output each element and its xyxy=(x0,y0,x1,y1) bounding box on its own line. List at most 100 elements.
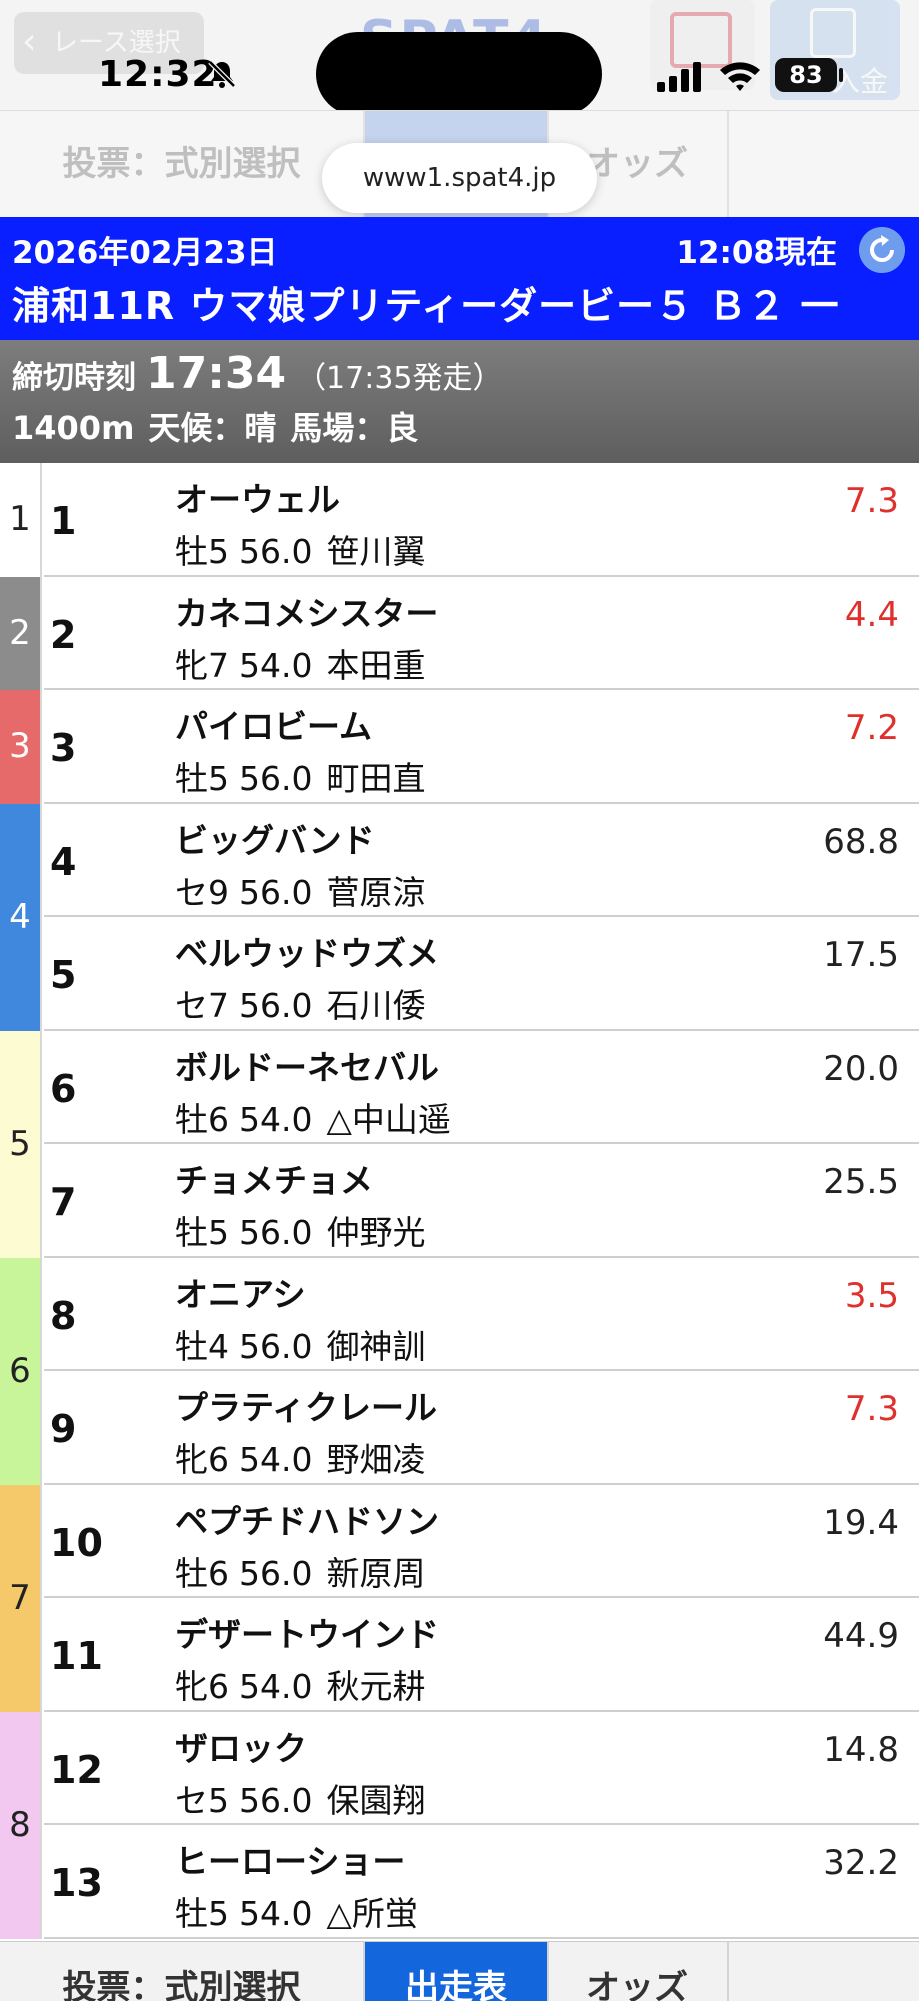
waku-cell: 3 xyxy=(0,690,42,804)
refresh-icon[interactable] xyxy=(859,227,905,273)
sex-age: 牡5 xyxy=(175,532,229,571)
odds-as-of: 12:08現在 xyxy=(676,235,837,271)
horse-number: 13 xyxy=(50,1861,103,1905)
horse-number: 8 xyxy=(50,1293,77,1338)
tab-top-bet-type[interactable]: 投票：式別選択 xyxy=(0,111,363,217)
sex-age: 牝6 xyxy=(175,1667,229,1706)
deadline-label: 締切時刻 xyxy=(12,360,136,396)
waku-cell: 1 xyxy=(0,463,42,577)
carried-weight: 54.0 xyxy=(239,1440,313,1479)
win-odds: 68.8 xyxy=(823,821,899,862)
entry-row[interactable]: 4 ビッグバンド セ9 56.0 菅原涼 68.8 xyxy=(44,804,919,917)
race-info: 締切時刻 17:34 （17:35発走） 1400m 天候：晴 馬場：良 xyxy=(0,340,919,463)
tab-bet-type[interactable]: 投票：式別選択 xyxy=(0,1958,363,2001)
horse-name: ボルドーネセバル xyxy=(175,1047,439,1087)
horse-number: 6 xyxy=(50,1066,77,1111)
sex-age: 牡5 xyxy=(175,1894,229,1933)
entry-row[interactable]: 1 オーウェル牡5 56.0 笹川翼 7.3 xyxy=(44,463,919,577)
jockey-name: 新原周 xyxy=(326,1553,426,1593)
conditions-row: 1400m 天候：晴 馬場：良 xyxy=(12,403,432,449)
tab-odds[interactable]: オッズ xyxy=(549,1958,725,2001)
jockey-name: △所蛍 xyxy=(326,1894,418,1933)
win-odds: 3.5 xyxy=(844,1275,899,1316)
horse-name: パイロビーム xyxy=(175,707,373,746)
cellular-signal-icon xyxy=(657,62,701,92)
horse-detail: 牝6 54.0 野畑凌 xyxy=(175,1433,425,1481)
entry-row[interactable]: 2 カネコメシスター 牝7 54.0 本田重 4.4 xyxy=(44,577,919,690)
horse-name: オーウェル xyxy=(175,480,340,519)
horse-number: 12 xyxy=(50,1747,103,1792)
entry-row[interactable]: 8 オニアシ 牡4 56.0 御神訓 3.5 xyxy=(44,1258,919,1371)
entry-row[interactable]: 7 チョメチョメ 牡5 56.0 仲野光 25.5 xyxy=(44,1144,919,1258)
entry-row[interactable]: 6 ボルドーネセバル 牡6 54.0 △中山遥 20.0 xyxy=(44,1031,919,1144)
horse-detail: セ5 56.0 保園翔 xyxy=(175,1774,425,1822)
carried-weight: 54.0 xyxy=(239,645,313,685)
deadline-time: 17:34 xyxy=(146,348,287,399)
horse-name: ペプチドハドソン xyxy=(175,1501,439,1541)
horse-number: 3 xyxy=(50,726,77,770)
jockey-name: 御神訓 xyxy=(326,1326,426,1366)
jockey-name: 秋元耕 xyxy=(326,1667,426,1706)
entry-row[interactable]: 10 ペプチドハドソン 牡6 56.0 新原周 19.4 xyxy=(44,1485,919,1598)
horse-detail: 牝6 54.0 秋元耕 xyxy=(175,1660,425,1708)
horse-name: オニアシ xyxy=(175,1274,306,1314)
horse-detail: 牡5 56.0 仲野光 xyxy=(175,1206,425,1254)
entry-row[interactable]: 3 パイロビーム 牡5 56.0 町田直 7.2 xyxy=(44,690,919,804)
sex-age: 牡5 xyxy=(175,759,229,798)
win-odds: 7.3 xyxy=(844,481,899,521)
jockey-name: 石川倭 xyxy=(326,986,426,1025)
carried-weight: 54.0 xyxy=(239,1099,313,1139)
waku-cell: 5 xyxy=(0,1030,42,1258)
sex-age: セ5 xyxy=(175,1780,229,1820)
win-odds: 32.2 xyxy=(823,1843,899,1883)
post-time: （17:35発走） xyxy=(296,361,503,396)
chevron-left-icon: ‹ xyxy=(22,21,37,62)
sex-age: 牡6 xyxy=(175,1099,229,1139)
horse-number: 10 xyxy=(50,1520,103,1565)
carried-weight: 56.0 xyxy=(239,532,313,571)
sex-age: 牝7 xyxy=(175,645,229,685)
entry-row[interactable]: 9 プラティクレール 牝6 54.0 野畑凌 7.3 xyxy=(44,1371,919,1485)
carried-weight: 56.0 xyxy=(239,1326,313,1366)
horse-name: カネコメシスター xyxy=(175,593,439,633)
bottom-tab-bar: 投票：式別選択 出走表 オッズ xyxy=(0,1941,919,2001)
coin-jar-icon xyxy=(810,8,856,58)
win-odds: 17.5 xyxy=(823,935,899,975)
win-odds: 4.4 xyxy=(844,594,899,635)
battery-tip xyxy=(839,68,843,82)
entry-row[interactable]: 11 デザートウインド 牝6 54.0 秋元耕 44.9 xyxy=(44,1598,919,1712)
waku-cell: 6 xyxy=(0,1257,42,1485)
horse-number: 11 xyxy=(50,1634,103,1678)
horse-detail: 牡6 54.0 △中山遥 xyxy=(175,1093,451,1141)
jockey-name: 仲野光 xyxy=(326,1213,426,1252)
carried-weight: 56.0 xyxy=(239,759,313,798)
entry-row[interactable]: 5 ベルウッドウズメ セ7 56.0 石川倭 17.5 xyxy=(44,917,919,1031)
jockey-name: 本田重 xyxy=(326,645,426,685)
win-odds: 44.9 xyxy=(823,1616,899,1656)
distance: 1400m xyxy=(12,409,135,447)
jockey-name: 笹川翼 xyxy=(326,532,426,571)
battery-indicator: 83 xyxy=(775,58,837,92)
carried-weight: 56.0 xyxy=(239,872,313,912)
url-bar[interactable]: www1.spat4.jp xyxy=(322,143,597,213)
sex-age: セ9 xyxy=(175,872,229,912)
horse-name: ベルウッドウズメ xyxy=(175,934,439,973)
entry-row[interactable]: 13 ヒーローショー 牡5 54.0 △所蛍 32.2 xyxy=(44,1825,919,1939)
carried-weight: 54.0 xyxy=(239,1894,313,1933)
horse-number: 4 xyxy=(50,839,77,884)
waku-cell: 4 xyxy=(0,803,42,1031)
track-condition: 馬場：良 xyxy=(290,409,419,447)
horse-number: 5 xyxy=(50,953,77,997)
jockey-name: △中山遥 xyxy=(326,1099,451,1139)
horse-detail: 牡5 54.0 △所蛍 xyxy=(175,1887,418,1935)
carried-weight: 56.0 xyxy=(239,1780,313,1820)
tab-entries-active[interactable]: 出走表 xyxy=(365,1942,547,2001)
dynamic-island xyxy=(316,32,602,116)
waku-cell: 7 xyxy=(0,1484,42,1712)
horse-number: 1 xyxy=(50,499,77,543)
win-odds: 20.0 xyxy=(823,1048,899,1089)
carried-weight: 56.0 xyxy=(239,1213,313,1252)
deadline-row: 締切時刻 17:34 （17:35発走） xyxy=(12,348,503,399)
jockey-name: 保園翔 xyxy=(326,1780,426,1820)
entry-row[interactable]: 12 ザロック セ5 56.0 保園翔 14.8 xyxy=(44,1712,919,1825)
